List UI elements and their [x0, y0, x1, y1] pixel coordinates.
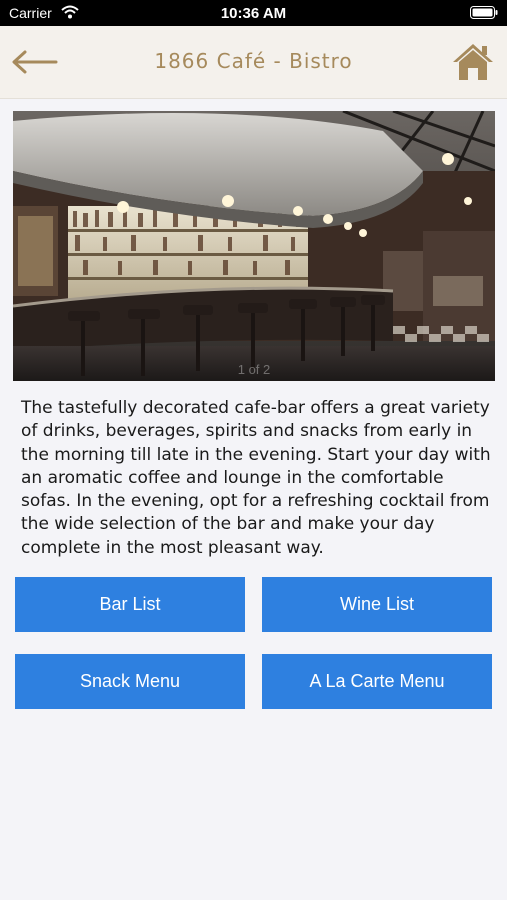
a-la-carte-menu-button[interactable]: A La Carte Menu [262, 654, 492, 709]
image-page-indicator: 1 of 2 [237, 362, 271, 377]
bar-list-button[interactable]: Bar List [15, 577, 245, 632]
home-icon [453, 44, 493, 80]
page-title: 1866 Café - Bistro [154, 49, 353, 73]
status-bar: Carrier 10:36 AM [0, 0, 507, 26]
wine-list-button[interactable]: Wine List [262, 577, 492, 632]
status-time: 10:36 AM [220, 5, 287, 22]
snack-menu-button[interactable]: Snack Menu [15, 654, 245, 709]
bar-photo[interactable]: 1 of 2 [13, 111, 495, 381]
battery-icon [470, 6, 498, 22]
venue-description: The tastefully decorated cafe-bar offers… [21, 398, 491, 558]
home-button[interactable] [451, 41, 495, 83]
nav-bar: 1866 Café - Bistro [0, 26, 507, 99]
